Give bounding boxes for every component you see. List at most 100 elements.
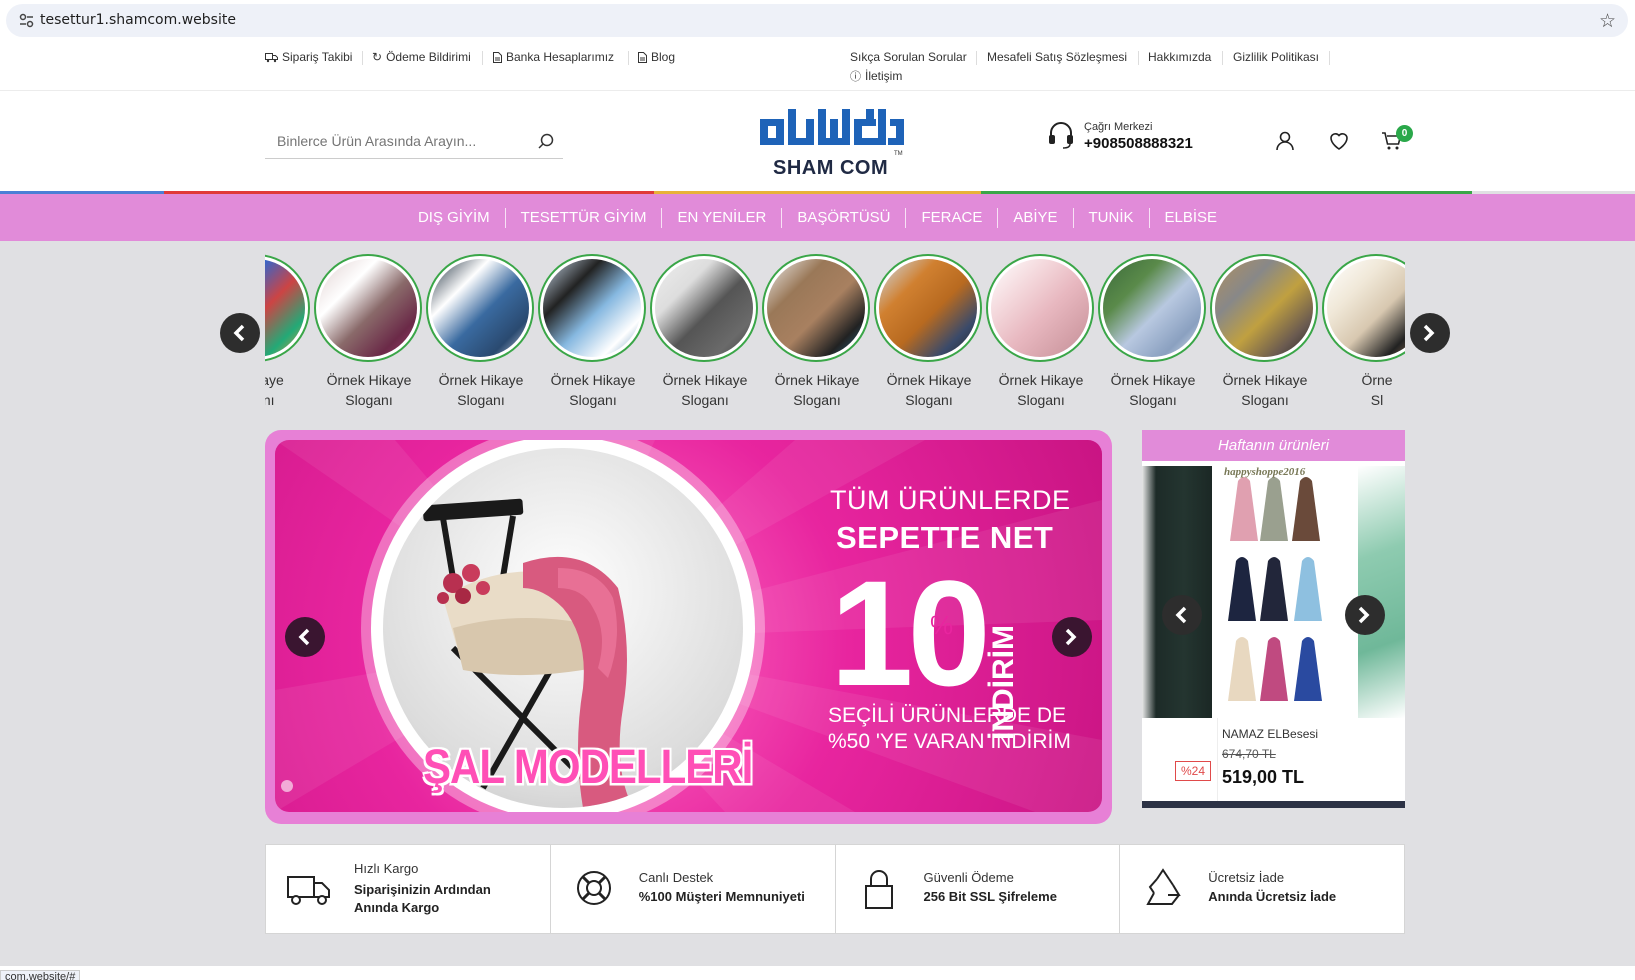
product-image[interactable] — [1218, 466, 1358, 718]
faq-link[interactable]: Sıkça Sorulan Sorular — [850, 50, 967, 64]
story-item[interactable]: Örnek Hikaye Sloganı — [426, 254, 536, 410]
search-input[interactable] — [265, 123, 525, 159]
story-thumbnail[interactable] — [1210, 254, 1318, 362]
story-item[interactable]: Örnek Hikaye Sloganı — [986, 254, 1096, 410]
banner-prev-button[interactable] — [285, 617, 325, 657]
story-thumbnail[interactable] — [986, 254, 1094, 362]
about-link[interactable]: Hakkımızda — [1148, 50, 1211, 64]
story-caption-line2: Sloganı — [569, 392, 617, 408]
weekly-next-button[interactable] — [1345, 595, 1385, 635]
contact-link[interactable]: ⓘ İletişim — [850, 68, 902, 84]
story-item[interactable]: Örne Sl — [1322, 254, 1405, 410]
story-thumbnail[interactable] — [538, 254, 646, 362]
url-text[interactable]: tesettur1.shamcom.website — [40, 12, 236, 28]
feature-desc: %100 Müşteri Memnuniyeti — [638, 889, 805, 904]
story-thumbnail[interactable] — [265, 254, 310, 362]
nav-item[interactable]: TUNİK — [1074, 207, 1150, 228]
promo-big-number: 10 — [830, 549, 991, 717]
feature-free-return: Ücretsiz İade Anında Ücretsiz İade — [1120, 845, 1404, 933]
story-item[interactable]: Örnek Hikaye Sloganı — [1210, 254, 1320, 410]
product-image-next[interactable] — [1358, 466, 1405, 718]
story-thumbnail[interactable] — [1322, 254, 1405, 362]
feature-live-support: Canlı Destek %100 Müşteri Memnuniyeti — [551, 845, 836, 933]
payment-notice-link[interactable]: ↻ Ödeme Bildirimi — [372, 50, 471, 64]
user-icon[interactable] — [1273, 129, 1297, 153]
story-item[interactable]: k Hikaye oganı — [265, 254, 312, 410]
nav-item[interactable]: TESETTÜR GİYİM — [506, 207, 663, 228]
payment-notice-label: Ödeme Bildirimi — [386, 50, 471, 64]
main-slider: ŞAL MODELLERİ TÜM ÜRÜNLERDE SEPETTE NET … — [265, 430, 1112, 824]
nav-item[interactable]: DIŞ GİYİM — [403, 207, 506, 228]
story-caption: Örnek Hikaye Sloganı — [538, 370, 648, 410]
story-caption: Örnek Hikaye Sloganı — [986, 370, 1096, 410]
browser-toolbar: tesettur1.shamcom.website ☆ — [0, 0, 1635, 42]
story-item[interactable]: Örnek Hikaye Sloganı — [650, 254, 760, 410]
story-caption-line2: Sloganı — [457, 392, 505, 408]
nav-item[interactable]: ELBİSE — [1150, 208, 1233, 228]
story-thumbnail[interactable] — [874, 254, 982, 362]
divider — [362, 51, 363, 65]
story-caption-line2: Sloganı — [681, 392, 729, 408]
site-settings-icon[interactable] — [18, 12, 35, 29]
slider-dot[interactable] — [281, 780, 293, 792]
promo-banner[interactable]: ŞAL MODELLERİ TÜM ÜRÜNLERDE SEPETTE NET … — [275, 440, 1102, 812]
story-item[interactable]: Örnek Hikaye Sloganı — [1098, 254, 1208, 410]
blog-link[interactable]: Blog — [638, 50, 675, 64]
story-caption-line1: Örne — [1361, 372, 1393, 388]
order-tracking-link[interactable]: Sipariş Takibi — [265, 50, 352, 64]
story-caption-line2: Sl — [1370, 392, 1384, 408]
story-item[interactable]: Örnek Hikaye Sloganı — [874, 254, 984, 410]
story-caption: Örnek Hikaye Sloganı — [650, 370, 760, 410]
address-bar[interactable]: tesettur1.shamcom.website ☆ — [6, 4, 1628, 37]
product-name[interactable]: NAMAZ ELBesesi — [1222, 727, 1318, 741]
call-center[interactable]: Çağrı Merkezi +908508888321 — [1048, 121, 1193, 152]
story-thumbnail[interactable] — [650, 254, 758, 362]
story-item[interactable]: Örnek Hikaye Sloganı — [762, 254, 872, 410]
promo-line-3: SEÇİLİ ÜRÜNLERDE DE — [828, 704, 1067, 727]
weekly-bottom-bar — [1142, 801, 1405, 808]
status-bar-url: com.website/# — [0, 970, 81, 980]
blog-label: Blog — [651, 50, 676, 64]
story-caption: k Hikaye oganı — [265, 370, 312, 410]
feature-title: Hızlı Kargo — [354, 861, 419, 876]
heart-icon[interactable] — [1327, 129, 1351, 153]
product-image-prev[interactable] — [1142, 466, 1212, 718]
weekly-prev-button[interactable] — [1162, 595, 1202, 635]
story-caption-line1: Örnek Hikaye — [1110, 372, 1196, 388]
call-center-phone[interactable]: +908508888321 — [1084, 135, 1193, 152]
story-caption-line2: Sloganı — [345, 392, 393, 408]
story-thumbnail[interactable] — [1098, 254, 1206, 362]
stories-prev-button[interactable] — [220, 313, 260, 353]
search-icon[interactable] — [537, 132, 555, 150]
divider — [628, 51, 629, 65]
truck-icon — [265, 52, 278, 62]
divider — [1329, 51, 1330, 65]
story-thumbnail[interactable] — [762, 254, 870, 362]
privacy-link[interactable]: Gizlilik Politikası — [1233, 50, 1319, 64]
story-caption-line1: Örnek Hikaye — [1222, 372, 1308, 388]
story-caption-line1: k Hikaye — [265, 372, 284, 388]
story-thumbnail[interactable] — [314, 254, 422, 362]
story-thumbnail[interactable] — [426, 254, 534, 362]
nav-item[interactable]: EN YENİLER — [662, 207, 783, 228]
chevron-right-icon — [1065, 628, 1077, 646]
feature-secure-payment: Güvenli Ödeme 256 Bit SSL Şifreleme — [836, 845, 1121, 933]
bookmark-star-icon[interactable]: ☆ — [1599, 10, 1616, 33]
page-bottom — [0, 966, 1635, 980]
story-item[interactable]: Örnek Hikaye Sloganı — [314, 254, 424, 410]
story-item[interactable]: Örnek Hikaye Sloganı — [538, 254, 648, 410]
top-links-bar: Sipariş Takibi ↻ Ödeme Bildirimi Banka H… — [0, 42, 1635, 91]
chevron-right-icon — [1423, 324, 1435, 342]
divider — [976, 51, 977, 65]
story-caption-line1: Örnek Hikaye — [662, 372, 748, 388]
distance-sales-link[interactable]: Mesafeli Satış Sözleşmesi — [987, 50, 1127, 64]
banner-next-button[interactable] — [1052, 617, 1092, 657]
stories-next-button[interactable] — [1410, 313, 1450, 353]
bank-accounts-link[interactable]: Banka Hesaplarımız — [493, 50, 614, 64]
nav-item[interactable]: ABİYE — [998, 207, 1074, 228]
nav-item[interactable]: BAŞÖRTÜSÜ — [782, 207, 907, 228]
nav-item[interactable]: FERACE — [906, 207, 999, 228]
contact-label: İletişim — [865, 69, 903, 83]
story-caption: Örnek Hikaye Sloganı — [762, 370, 872, 410]
product-old-price: 674,70 TL — [1222, 747, 1276, 761]
